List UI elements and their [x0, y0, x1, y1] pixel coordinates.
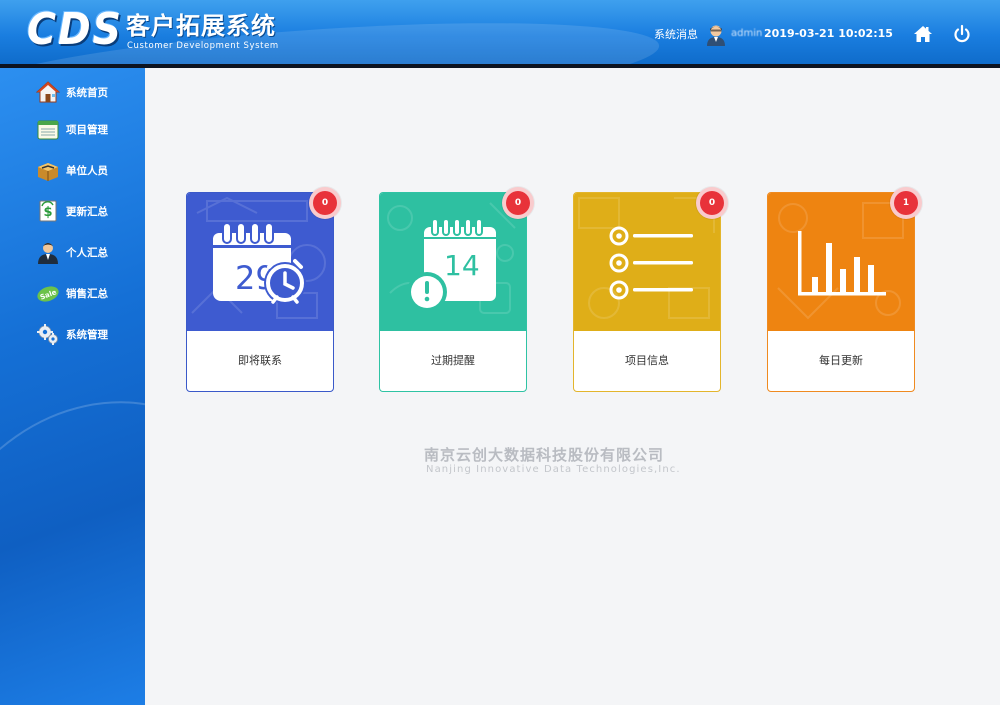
notepad-icon: [36, 117, 60, 141]
calendar-alarm-icon: 29: [213, 223, 306, 304]
sidebar-item-label: 系统首页: [66, 86, 108, 99]
sidebar-item-updates[interactable]: $ 更新汇总: [36, 197, 108, 225]
notification-badge: 1: [890, 187, 922, 219]
notification-badge: 0: [696, 187, 728, 219]
sidebar-item-sales[interactable]: Sale 销售汇总: [36, 279, 108, 307]
sidebar-item-staff[interactable]: 单位人员: [36, 156, 108, 184]
refresh-doc-icon: $: [36, 199, 60, 223]
company-name-en: Nanjing Innovative Data Technologies,Inc…: [426, 464, 681, 475]
sidebar-item-home[interactable]: 系统首页: [36, 78, 108, 106]
sidebar-item-label: 个人汇总: [66, 246, 108, 259]
calendar-date-text: 14: [444, 249, 480, 282]
list-icon: [609, 226, 693, 300]
svg-text:$: $: [43, 205, 52, 220]
app-title: 客户拓展系统: [126, 12, 276, 40]
app-subtitle: Customer Development System: [127, 41, 279, 51]
home-icon[interactable]: [913, 24, 933, 44]
card-upcoming-contact[interactable]: 29 即将联系 0: [186, 187, 341, 392]
card-label: 即将联系: [238, 354, 282, 367]
sidebar-item-label: 系统管理: [66, 328, 108, 341]
top-header: CDS 客户拓展系统 Customer Development System 系…: [0, 0, 1000, 64]
card-label: 过期提醒: [431, 354, 475, 367]
calendar-warning-icon: 14: [407, 219, 496, 312]
sidebar-item-label: 项目管理: [66, 123, 108, 136]
card-daily-update[interactable]: 每日更新 1: [767, 187, 922, 392]
card-label: 项目信息: [625, 354, 669, 367]
card-icon-area: [768, 193, 914, 331]
card-icon-area: [574, 193, 720, 331]
person-icon: [36, 240, 60, 264]
notification-badge: 0: [502, 187, 534, 219]
sidebar-item-label: 更新汇总: [66, 205, 108, 218]
card-project-info[interactable]: 项目信息 0: [573, 187, 728, 392]
bar-chart-icon: [798, 231, 886, 296]
house-icon: [36, 80, 60, 104]
sidebar-item-label: 销售汇总: [66, 287, 108, 300]
sidebar-item-personal[interactable]: 个人汇总: [36, 238, 108, 266]
sidebar-item-label: 单位人员: [66, 164, 108, 177]
user-avatar-icon: [707, 25, 725, 46]
header-divider: [0, 64, 1000, 68]
cds-logo: CDS: [27, 4, 123, 55]
notification-badge: 0: [309, 187, 341, 219]
box-icon: [36, 158, 60, 182]
sidebar-item-projects[interactable]: 项目管理: [36, 115, 108, 143]
system-message-link[interactable]: 系统消息: [654, 28, 698, 42]
username[interactable]: admin: [731, 27, 762, 41]
power-icon[interactable]: [951, 23, 973, 45]
card-label: 每日更新: [819, 354, 863, 367]
card-expired-reminder[interactable]: 14 过期提醒 0: [379, 187, 534, 392]
datetime: 2019-03-21 10:02:15: [764, 27, 893, 40]
card-icon-area: 29: [187, 193, 333, 331]
sidebar: 系统首页 项目管理 单位人员 $ 更新汇总 个人汇总 Sale 销售汇总 系统管…: [0, 68, 145, 705]
company-name-cn: 南京云创大数据科技股份有限公司: [424, 446, 665, 464]
sidebar-item-settings[interactable]: 系统管理: [36, 320, 108, 348]
sale-tag-icon: Sale: [36, 281, 60, 305]
card-icon-area: 14: [380, 193, 526, 331]
gears-icon: [36, 322, 60, 346]
